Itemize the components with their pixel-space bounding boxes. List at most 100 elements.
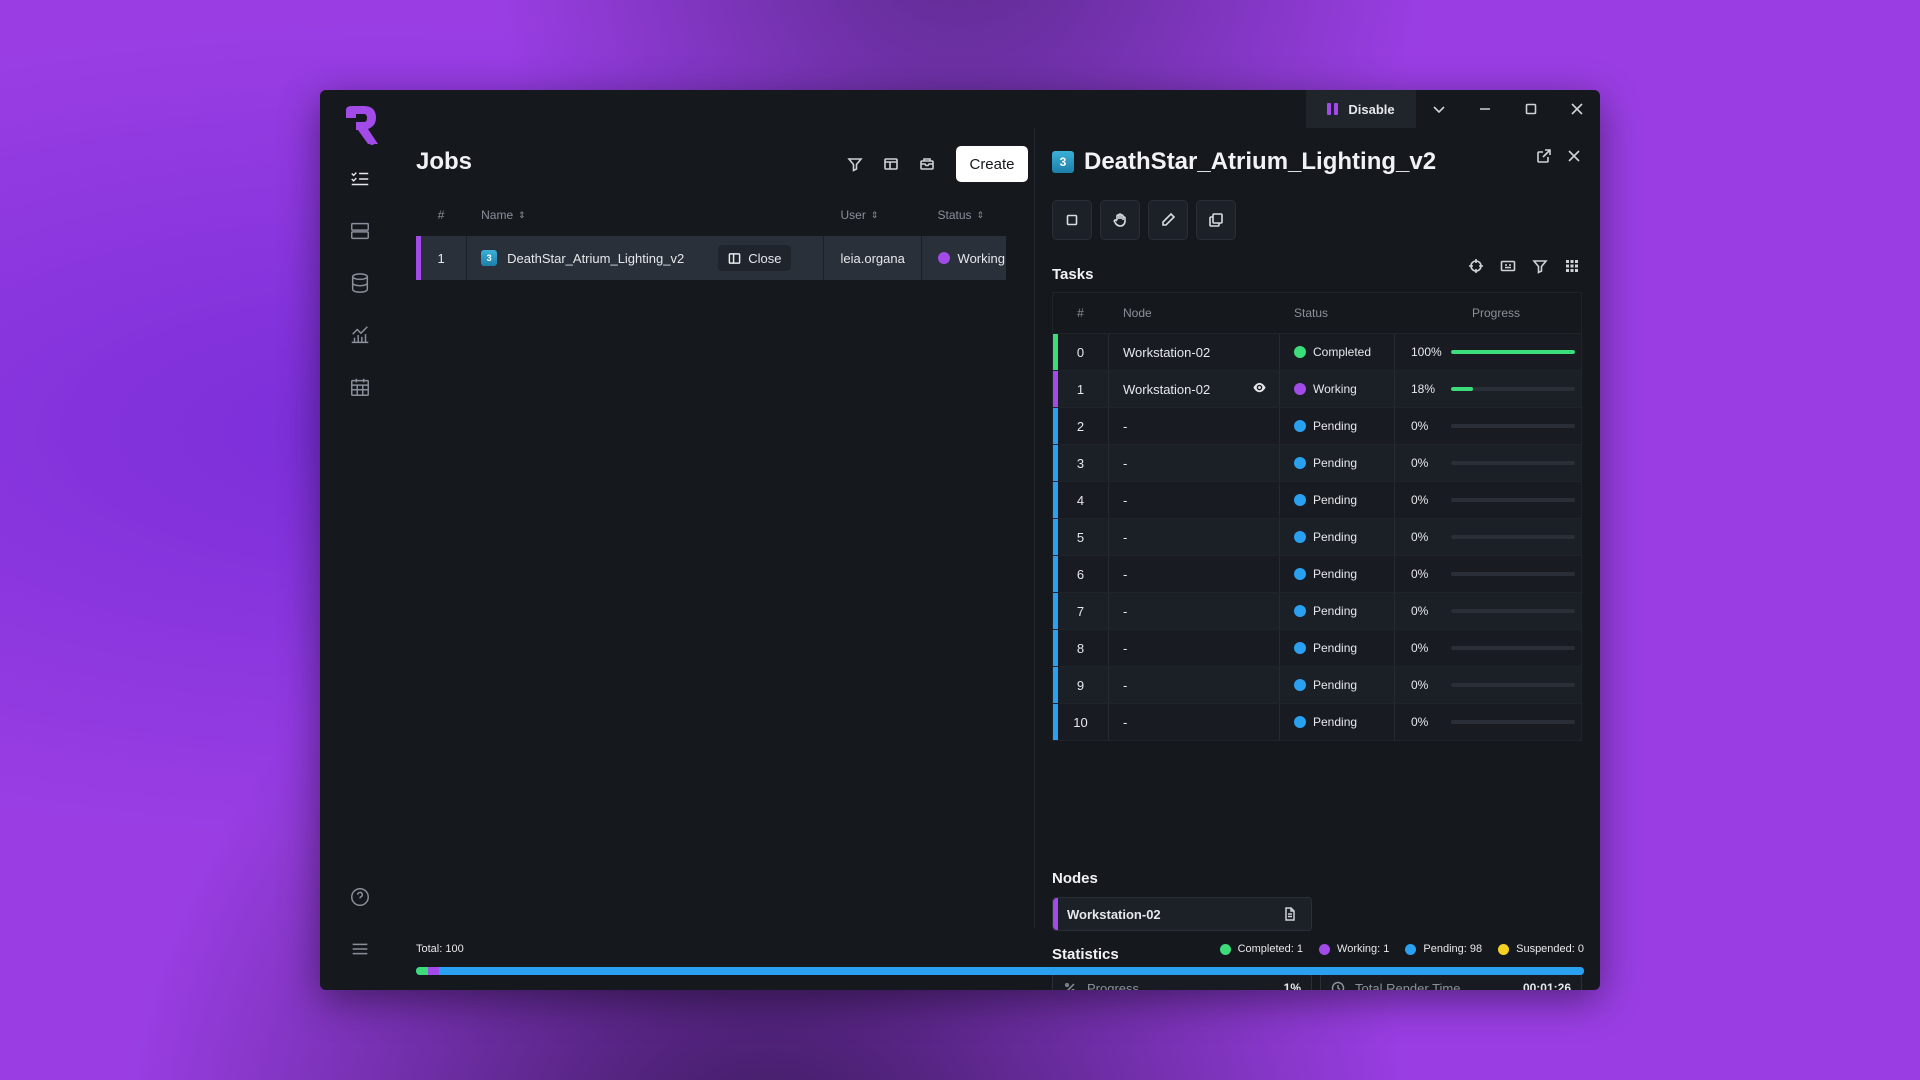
app-3dsmax-icon: 3: [1052, 151, 1074, 173]
task-progress-pct: 0%: [1411, 604, 1429, 618]
col-user[interactable]: User ⇕: [823, 194, 920, 236]
menu-icon[interactable]: [347, 936, 373, 962]
task-status-bar: [1053, 334, 1058, 370]
task-num: 3: [1076, 455, 1085, 471]
hand-icon: [1113, 213, 1126, 227]
col-progress[interactable]: Progress: [1394, 293, 1581, 333]
jobs-table: # Name ⇕ User ⇕ Status ⇕ 1 3 DeathStar_Atri…: [416, 194, 1006, 280]
disable-label: Disable: [1348, 101, 1395, 117]
job-status-label: Working: [957, 250, 1005, 266]
task-row[interactable]: 3 - Pending 0%: [1053, 444, 1581, 481]
maximize-button[interactable]: [1508, 90, 1554, 128]
task-node-label: -: [1123, 418, 1128, 434]
task-progress: 0%: [1394, 408, 1581, 444]
frames-icon[interactable]: [1500, 258, 1516, 279]
tasks-toolbar: [1468, 258, 1580, 279]
window-close-button[interactable]: [1554, 90, 1600, 128]
task-row[interactable]: 4 - Pending 0%: [1053, 481, 1581, 518]
total-count: Total: 100: [416, 943, 464, 955]
log-file-icon[interactable]: [1283, 907, 1297, 921]
task-status-bar: [1053, 630, 1058, 666]
close-detail-icon[interactable]: [1566, 148, 1582, 169]
close-panel-button[interactable]: Close: [718, 245, 792, 271]
task-row[interactable]: 5 - Pending 0%: [1053, 518, 1581, 555]
segment-completed: [416, 967, 428, 975]
node-card[interactable]: Workstation-02: [1052, 897, 1312, 931]
archive-icon[interactable]: [912, 149, 942, 179]
jobs-list-icon[interactable]: [347, 166, 373, 192]
edit-button[interactable]: [1148, 200, 1188, 240]
percent-icon: [1065, 983, 1075, 990]
task-progress: 0%: [1394, 519, 1581, 555]
create-button[interactable]: Create: [956, 146, 1028, 182]
tasks-table: # Node Status Progress 0 Workstation-02 Co…: [1052, 292, 1582, 741]
progress-track: [1451, 535, 1575, 539]
task-status-label: Pending: [1313, 604, 1358, 618]
eye-icon[interactable]: [1252, 380, 1267, 398]
task-status-label: Pending: [1313, 567, 1358, 581]
calendar-icon[interactable]: [347, 374, 373, 400]
col-status[interactable]: Status: [1279, 293, 1394, 333]
task-progress: 0%: [1394, 482, 1581, 518]
task-progress-pct: 0%: [1411, 567, 1429, 581]
task-num: 9: [1076, 677, 1085, 693]
task-status: Pending: [1279, 704, 1394, 740]
task-progress-pct: 0%: [1411, 678, 1429, 692]
stop-button[interactable]: [1052, 200, 1092, 240]
chevron-down-icon[interactable]: [1416, 90, 1462, 128]
job-row[interactable]: 1 3 DeathStar_Atrium_Lighting_v2 Close l…: [416, 236, 1006, 280]
help-icon[interactable]: [347, 884, 373, 910]
task-status-label: Pending: [1313, 530, 1358, 544]
job-actions: [1052, 200, 1236, 240]
crosshair-icon[interactable]: [1468, 258, 1484, 279]
suspend-button[interactable]: [1100, 200, 1140, 240]
stop-icon: [1066, 214, 1078, 226]
progress-fill: [1451, 350, 1575, 354]
job-name: DeathStar_Atrium_Lighting_v2: [507, 250, 685, 266]
copy-icon: [1209, 213, 1223, 227]
task-row[interactable]: 8 - Pending 0%: [1053, 629, 1581, 666]
status-dot: [1498, 943, 1510, 955]
task-status-label: Pending: [1313, 678, 1358, 692]
status-dot: [1319, 943, 1331, 955]
grid-view-icon[interactable]: [1564, 258, 1580, 279]
disable-button[interactable]: Disable: [1306, 90, 1416, 128]
task-row[interactable]: 9 - Pending 0%: [1053, 666, 1581, 703]
task-progress-pct: 0%: [1411, 530, 1429, 544]
task-row[interactable]: 10 - Pending 0%: [1053, 703, 1581, 740]
col-user-label: User: [840, 208, 866, 222]
col-num[interactable]: #: [1053, 306, 1108, 320]
pencil-icon: [1162, 212, 1176, 226]
task-row[interactable]: 6 - Pending 0%: [1053, 555, 1581, 592]
servers-icon[interactable]: [347, 218, 373, 244]
columns-icon[interactable]: [876, 149, 906, 179]
col-name[interactable]: Name ⇕: [466, 194, 823, 236]
filter-icon[interactable]: [840, 149, 870, 179]
legend-pending: Pending: 98: [1405, 943, 1482, 955]
status-dot: [1294, 420, 1306, 432]
status-dot: [1294, 642, 1306, 654]
task-progress: 0%: [1394, 556, 1581, 592]
sort-icon: ⇕: [870, 209, 879, 220]
analytics-icon[interactable]: [347, 322, 373, 348]
database-icon[interactable]: [347, 270, 373, 296]
task-row[interactable]: 0 Workstation-02 Completed 100%: [1053, 333, 1581, 370]
task-row[interactable]: 7 - Pending 0%: [1053, 592, 1581, 629]
jobs-title: Jobs: [416, 148, 473, 175]
task-progress-pct: 0%: [1411, 715, 1429, 729]
task-row[interactable]: 2 - Pending 0%: [1053, 407, 1581, 444]
col-node[interactable]: Node: [1108, 293, 1279, 333]
task-node-label: Workstation-02: [1123, 381, 1211, 397]
status-dot: [1405, 943, 1417, 955]
filter-icon[interactable]: [1532, 258, 1548, 279]
minimize-button[interactable]: [1462, 90, 1508, 128]
task-progress: 100%: [1394, 334, 1581, 370]
col-status[interactable]: Status ⇕: [921, 194, 1006, 236]
open-external-icon[interactable]: [1536, 148, 1552, 169]
task-node: -: [1108, 556, 1279, 592]
nodes-title: Nodes: [1052, 870, 1098, 887]
task-row[interactable]: 1 Workstation-02 Working 18%: [1053, 370, 1581, 407]
col-num[interactable]: #: [416, 208, 466, 222]
task-status-bar: [1053, 445, 1058, 481]
duplicate-button[interactable]: [1196, 200, 1236, 240]
